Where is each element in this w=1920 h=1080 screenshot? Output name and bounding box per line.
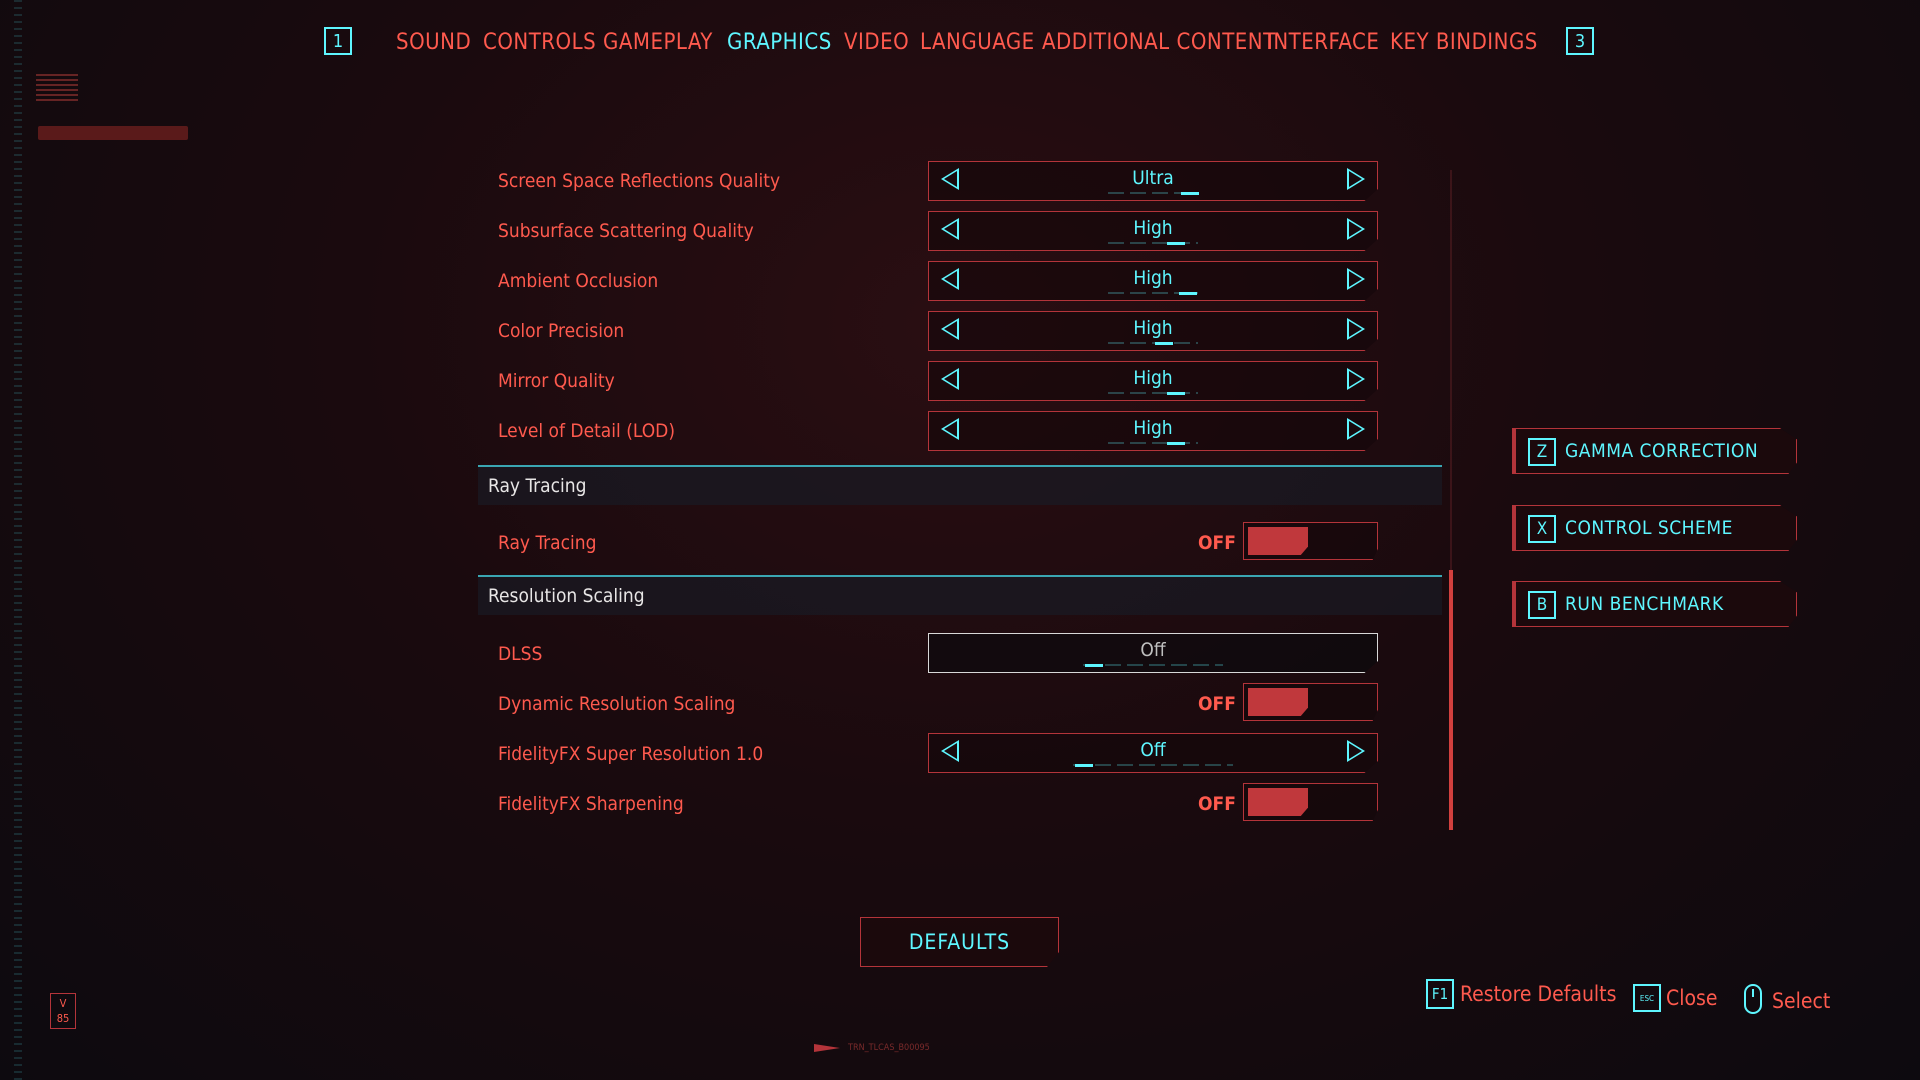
close-hint[interactable]: Close: [1666, 986, 1717, 1010]
fsr-value: Off: [1140, 739, 1166, 761]
ssr-selector[interactable]: Ultra: [928, 161, 1378, 201]
section-title: Ray Tracing: [488, 475, 587, 497]
key-x-icon: X: [1528, 515, 1556, 543]
value-indicator: [1083, 664, 1223, 666]
sharpening-label: FidelityFX Sharpening: [498, 793, 684, 815]
value-indicator-active: [1155, 342, 1173, 345]
button-edge: [1513, 582, 1516, 626]
ssr-value: Ultra: [1132, 167, 1174, 189]
mouse-icon: [1744, 984, 1762, 1014]
section-header-ray-tracing: Ray Tracing: [478, 465, 1442, 505]
sss-selector[interactable]: High: [928, 211, 1378, 251]
sharpening-toggle[interactable]: [1243, 783, 1378, 821]
section-header-resolution-scaling: Resolution Scaling: [478, 575, 1442, 615]
badge-letter: V: [59, 997, 67, 1010]
button-edge: [1513, 429, 1516, 473]
lod-selector[interactable]: High: [928, 411, 1378, 451]
prev-tab-key[interactable]: 1: [324, 27, 352, 55]
dlss-label: DLSS: [498, 643, 543, 665]
run-benchmark-label: RUN BENCHMARK: [1565, 593, 1724, 615]
tab-graphics[interactable]: GRAPHICS: [727, 30, 832, 55]
next-tab-key[interactable]: 3: [1566, 27, 1594, 55]
arrow-right-icon[interactable]: [1347, 218, 1365, 240]
toggle-knob: [1248, 527, 1308, 555]
ray-tracing-label: Ray Tracing: [498, 532, 597, 554]
arrow-right-icon[interactable]: [1347, 740, 1365, 762]
arrow-right-icon[interactable]: [1347, 368, 1365, 390]
value-indicator-active: [1179, 292, 1197, 295]
dynamic-resolution-toggle[interactable]: [1243, 683, 1378, 721]
lod-label: Level of Detail (LOD): [498, 420, 675, 442]
fsr-label: FidelityFX Super Resolution 1.0: [498, 743, 764, 765]
tab-interface[interactable]: INTERFACE: [1267, 30, 1379, 55]
control-scheme-label: CONTROL SCHEME: [1565, 517, 1733, 539]
defaults-button[interactable]: DEFAULTS: [860, 917, 1059, 967]
decorative-barcode: [36, 74, 78, 102]
fsr-selector[interactable]: Off: [928, 733, 1378, 773]
sss-value: High: [1133, 217, 1173, 239]
tab-language[interactable]: LANGUAGE: [920, 30, 1035, 55]
value-indicator-active: [1181, 192, 1199, 195]
left-edge-decoration: [14, 0, 22, 1080]
arrow-right-icon[interactable]: [1347, 418, 1365, 440]
value-indicator-active: [1075, 764, 1093, 767]
color-precision-selector[interactable]: High: [928, 311, 1378, 351]
f1-key-icon: F1: [1426, 979, 1454, 1009]
dynamic-resolution-state: OFF: [1198, 693, 1236, 715]
ray-tracing-toggle[interactable]: [1243, 522, 1378, 560]
ao-label: Ambient Occlusion: [498, 270, 659, 292]
dynamic-resolution-label: Dynamic Resolution Scaling: [498, 693, 736, 715]
value-indicator: [1108, 342, 1198, 344]
footer-code: TRN_TLCAS_B00095: [848, 1043, 930, 1053]
run-benchmark-button[interactable]: B RUN BENCHMARK: [1512, 581, 1797, 627]
toggle-knob: [1248, 788, 1308, 816]
value-indicator: [1073, 764, 1233, 766]
gamma-correction-label: GAMMA CORRECTION: [1565, 440, 1759, 462]
value-indicator-active: [1167, 242, 1185, 245]
badge-number: 85: [56, 1012, 70, 1025]
value-indicator-active: [1167, 442, 1185, 445]
restore-defaults-hint[interactable]: Restore Defaults: [1460, 982, 1616, 1006]
mirror-quality-selector[interactable]: High: [928, 361, 1378, 401]
toggle-knob: [1248, 688, 1308, 716]
key-z-icon: Z: [1528, 438, 1556, 466]
dlss-value: Off: [1140, 639, 1166, 661]
key-b-icon: B: [1528, 591, 1556, 619]
dlss-selector[interactable]: Off: [928, 633, 1378, 673]
lod-value: High: [1133, 417, 1173, 439]
decorative-status-bar: [38, 126, 188, 140]
mirror-quality-label: Mirror Quality: [498, 370, 615, 392]
mirror-quality-value: High: [1133, 367, 1173, 389]
scrollbar-thumb[interactable]: [1449, 570, 1453, 830]
gamma-correction-button[interactable]: Z GAMMA CORRECTION: [1512, 428, 1797, 474]
tab-additional-content[interactable]: ADDITIONAL CONTENT: [1042, 30, 1276, 55]
ssr-label: Screen Space Reflections Quality: [498, 170, 781, 192]
pointer-arrow-icon: [814, 1044, 840, 1052]
arrow-right-icon[interactable]: [1347, 318, 1365, 340]
sharpening-state: OFF: [1198, 793, 1236, 815]
arrow-right-icon[interactable]: [1347, 168, 1365, 190]
control-scheme-button[interactable]: X CONTROL SCHEME: [1512, 505, 1797, 551]
value-indicator-active: [1085, 664, 1103, 667]
mouse-wheel: [1752, 989, 1754, 997]
sss-label: Subsurface Scattering Quality: [498, 220, 754, 242]
arrow-right-icon[interactable]: [1347, 268, 1365, 290]
section-title: Resolution Scaling: [488, 585, 645, 607]
tab-controls[interactable]: CONTROLS: [483, 30, 596, 55]
select-hint[interactable]: Select: [1772, 989, 1830, 1013]
esc-key-icon: ESC: [1633, 984, 1661, 1012]
color-precision-label: Color Precision: [498, 320, 625, 342]
value-indicator-active: [1167, 392, 1185, 395]
version-badge: V 85: [50, 993, 76, 1029]
color-precision-value: High: [1133, 317, 1173, 339]
tab-gameplay[interactable]: GAMEPLAY: [603, 30, 713, 55]
ao-value: High: [1133, 267, 1173, 289]
button-edge: [1513, 506, 1516, 550]
tab-sound[interactable]: SOUND: [396, 30, 471, 55]
tab-video[interactable]: VIDEO: [844, 30, 909, 55]
ao-selector[interactable]: High: [928, 261, 1378, 301]
tab-key-bindings[interactable]: KEY BINDINGS: [1390, 30, 1538, 55]
ray-tracing-state: OFF: [1198, 532, 1236, 554]
